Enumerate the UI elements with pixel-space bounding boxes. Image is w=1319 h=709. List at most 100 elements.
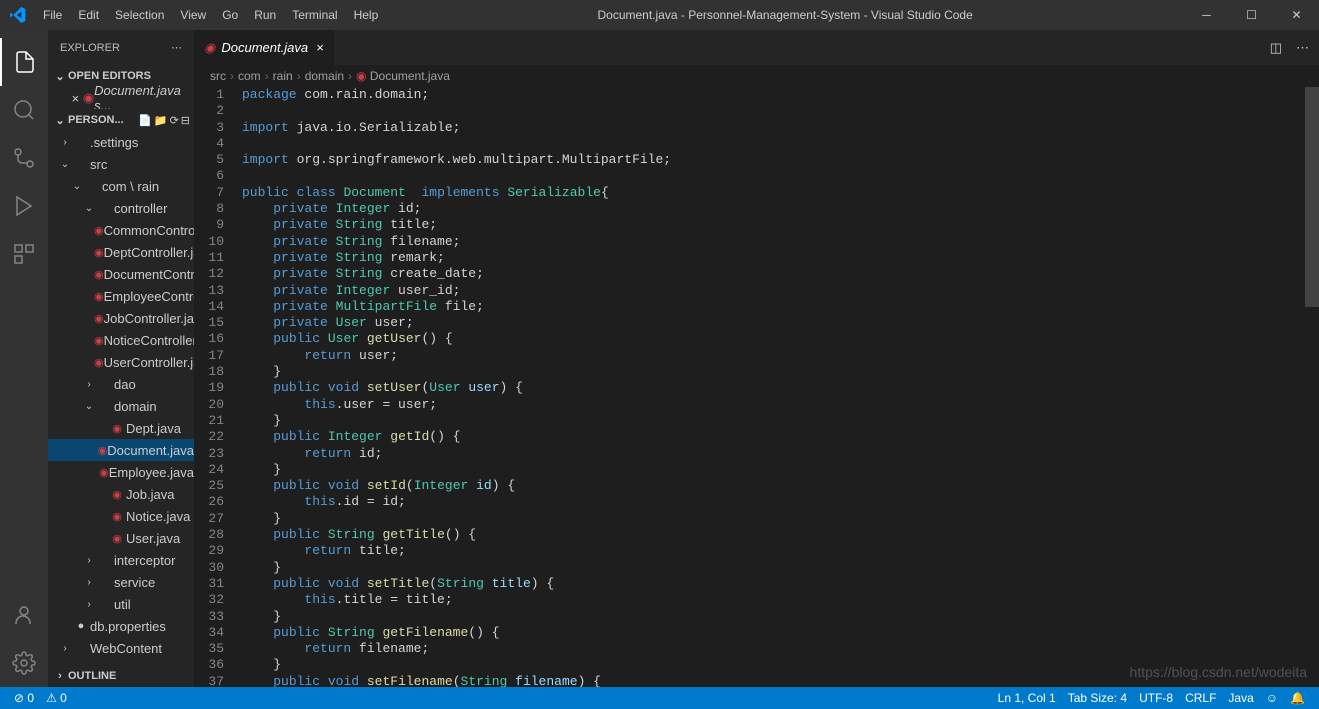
file-icon: ◉: [108, 488, 126, 501]
code-editor[interactable]: 1234567891011121314151617181920212223242…: [194, 87, 1319, 687]
tree-item-dao[interactable]: › dao: [48, 373, 194, 395]
minimize-button[interactable]: ─: [1184, 8, 1229, 22]
chevron-down-icon: ⌄: [52, 70, 68, 83]
tree-item-db-properties[interactable]: ●db.properties: [48, 615, 194, 637]
status-eol[interactable]: CRLF: [1179, 691, 1222, 705]
java-file-icon: ◉: [204, 40, 215, 56]
collapse-icon[interactable]: ⊟: [181, 114, 190, 127]
sidebar-title: EXPLORER ⋯: [48, 30, 194, 65]
status-bell-icon[interactable]: 🔔: [1284, 691, 1311, 705]
breadcrumb-document.java[interactable]: ◉ Document.java: [352, 69, 454, 83]
chevron-icon: ›: [82, 379, 96, 390]
maximize-button[interactable]: ☐: [1229, 8, 1274, 22]
tree-item-employeecontroll---[interactable]: ◉EmployeeControll...: [48, 285, 194, 307]
status-language[interactable]: Java: [1222, 691, 1259, 705]
tree-item-label: CommonControll...: [104, 223, 194, 238]
menu-run[interactable]: Run: [246, 8, 284, 22]
status-feedback-icon[interactable]: ☺: [1260, 691, 1284, 705]
explorer-label: EXPLORER: [60, 42, 120, 54]
new-file-icon[interactable]: 📄: [138, 114, 152, 127]
tree-item-commoncontroll---[interactable]: ◉CommonControll...: [48, 219, 194, 241]
tree-item-noticecontroller-j---[interactable]: ◉NoticeController.j...: [48, 329, 194, 351]
chevron-icon: ›: [82, 599, 96, 610]
explorer-sidebar: EXPLORER ⋯ ⌄ OPEN EDITORS × ◉ Document.j…: [48, 30, 194, 687]
breadcrumb-domain[interactable]: domain: [301, 69, 348, 83]
scrollbar[interactable]: [1305, 87, 1319, 687]
tree-item-label: Dept.java: [126, 421, 181, 436]
sidebar-more-icon[interactable]: ⋯: [171, 41, 182, 54]
status-tab-size[interactable]: Tab Size: 4: [1062, 691, 1133, 705]
menu-file[interactable]: File: [35, 8, 70, 22]
tree-item-usercontroller-java[interactable]: ◉UserController.java: [48, 351, 194, 373]
status-errors[interactable]: ⊘ 0: [8, 691, 40, 705]
refresh-icon[interactable]: ⟳: [170, 114, 179, 127]
tree-item-label: Notice.java: [126, 509, 190, 524]
tree-item-documentcontro---[interactable]: ◉DocumentContro...: [48, 263, 194, 285]
menu-bar: FileEditSelectionViewGoRunTerminalHelp: [35, 8, 386, 22]
minimap[interactable]: [1215, 87, 1305, 687]
file-tree: ›.settings⌄src⌄com \ rain⌄controller◉Com…: [48, 131, 194, 665]
new-folder-icon[interactable]: 📁: [154, 114, 168, 127]
tree-item-service[interactable]: ›service: [48, 571, 194, 593]
tree-item-label: Employee.java: [109, 465, 194, 480]
split-editor-icon[interactable]: ◫: [1270, 40, 1282, 56]
menu-terminal[interactable]: Terminal: [284, 8, 345, 22]
menu-help[interactable]: Help: [346, 8, 387, 22]
tree-item-controller[interactable]: ⌄controller: [48, 197, 194, 219]
tree-item-notice-java[interactable]: ◉Notice.java: [48, 505, 194, 527]
tree-item-employee-java[interactable]: ◉Employee.java: [48, 461, 194, 483]
chevron-icon: ⌄: [82, 203, 96, 214]
outline-header[interactable]: › OUTLINE: [48, 665, 194, 687]
tree-item-com---rain[interactable]: ⌄com \ rain: [48, 175, 194, 197]
breadcrumb-src[interactable]: src: [206, 69, 230, 83]
tab-document-java[interactable]: ◉ Document.java ×: [194, 30, 334, 65]
status-warnings[interactable]: ⚠ 0: [40, 691, 73, 705]
tree-item-deptcontroller-java[interactable]: ◉DeptController.java: [48, 241, 194, 263]
search-icon[interactable]: [0, 86, 48, 134]
tree-item-label: DocumentContro...: [104, 267, 194, 282]
account-icon[interactable]: [0, 591, 48, 639]
source-control-icon[interactable]: [0, 134, 48, 182]
file-icon: ◉: [94, 312, 104, 325]
tree-item-document-java[interactable]: ◉Document.java: [48, 439, 194, 461]
code-content[interactable]: package com.rain.domain; import java.io.…: [242, 87, 1319, 687]
tree-item-label: util: [114, 597, 131, 612]
tree-item--settings[interactable]: ›.settings: [48, 131, 194, 153]
file-icon: ◉: [94, 268, 104, 281]
settings-gear-icon[interactable]: [0, 639, 48, 687]
extensions-icon[interactable]: [0, 230, 48, 278]
menu-edit[interactable]: Edit: [70, 8, 107, 22]
open-editor-item[interactable]: × ◉ Document.java s...: [48, 87, 194, 109]
tree-item-domain[interactable]: ⌄domain: [48, 395, 194, 417]
tree-item-interceptor[interactable]: ›interceptor: [48, 549, 194, 571]
chevron-right-icon: ›: [52, 670, 68, 682]
project-header[interactable]: ⌄ PERSON... 📄 📁 ⟳ ⊟: [48, 109, 194, 131]
tree-item-jobcontroller-java[interactable]: ◉JobController.java: [48, 307, 194, 329]
menu-go[interactable]: Go: [214, 8, 246, 22]
menu-selection[interactable]: Selection: [107, 8, 172, 22]
close-button[interactable]: ✕: [1274, 8, 1319, 22]
tree-item-webcontent[interactable]: ›WebContent: [48, 637, 194, 659]
debug-icon[interactable]: [0, 182, 48, 230]
more-actions-icon[interactable]: ⋯: [1296, 40, 1309, 56]
titlebar: FileEditSelectionViewGoRunTerminalHelp D…: [0, 0, 1319, 30]
file-icon: ◉: [108, 510, 126, 523]
tree-item-label: dao: [114, 377, 136, 392]
close-tab-icon[interactable]: ×: [316, 40, 324, 55]
tree-item-dept-java[interactable]: ◉Dept.java: [48, 417, 194, 439]
breadcrumb-rain[interactable]: rain: [269, 69, 297, 83]
status-ln-col[interactable]: Ln 1, Col 1: [992, 691, 1062, 705]
scroll-thumb[interactable]: [1305, 87, 1319, 307]
close-icon[interactable]: ×: [68, 91, 83, 106]
breadcrumb-com[interactable]: com: [234, 69, 265, 83]
tree-item-user-java[interactable]: ◉User.java: [48, 527, 194, 549]
file-icon: ◉: [94, 246, 104, 259]
status-encoding[interactable]: UTF-8: [1133, 691, 1179, 705]
file-icon: ◉: [98, 444, 108, 457]
chevron-icon: ›: [82, 555, 96, 566]
explorer-icon[interactable]: [0, 38, 48, 86]
menu-view[interactable]: View: [172, 8, 214, 22]
tree-item-util[interactable]: › util: [48, 593, 194, 615]
tree-item-job-java[interactable]: ◉Job.java: [48, 483, 194, 505]
tree-item-src[interactable]: ⌄src: [48, 153, 194, 175]
